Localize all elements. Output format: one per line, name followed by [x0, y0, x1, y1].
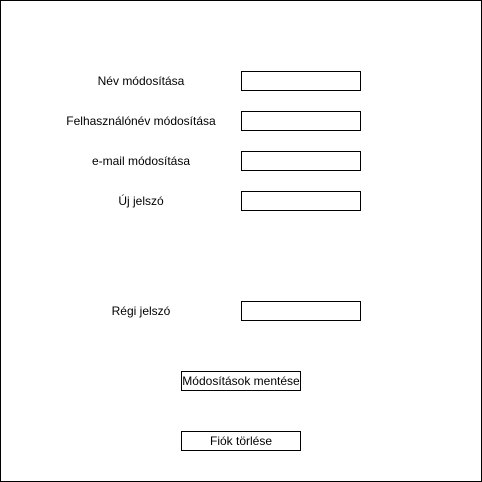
- email-label: e-mail módosítása: [91, 154, 191, 168]
- name-label: Név módosítása: [97, 74, 185, 88]
- delete-account-button[interactable]: Fiók törlése: [181, 431, 301, 451]
- new-password-input[interactable]: [241, 191, 361, 211]
- account-settings-panel: Név módosítása Felhasználónév módosítása…: [0, 0, 482, 482]
- old-password-input[interactable]: [241, 301, 361, 321]
- username-label: Felhasználónév módosítása: [66, 114, 216, 128]
- username-input[interactable]: [241, 111, 361, 131]
- name-input[interactable]: [241, 71, 361, 91]
- old-password-label: Régi jelszó: [111, 304, 171, 318]
- new-password-label: Új jelszó: [118, 194, 164, 208]
- email-input[interactable]: [241, 151, 361, 171]
- save-changes-button[interactable]: Módosítások mentése: [181, 371, 301, 391]
